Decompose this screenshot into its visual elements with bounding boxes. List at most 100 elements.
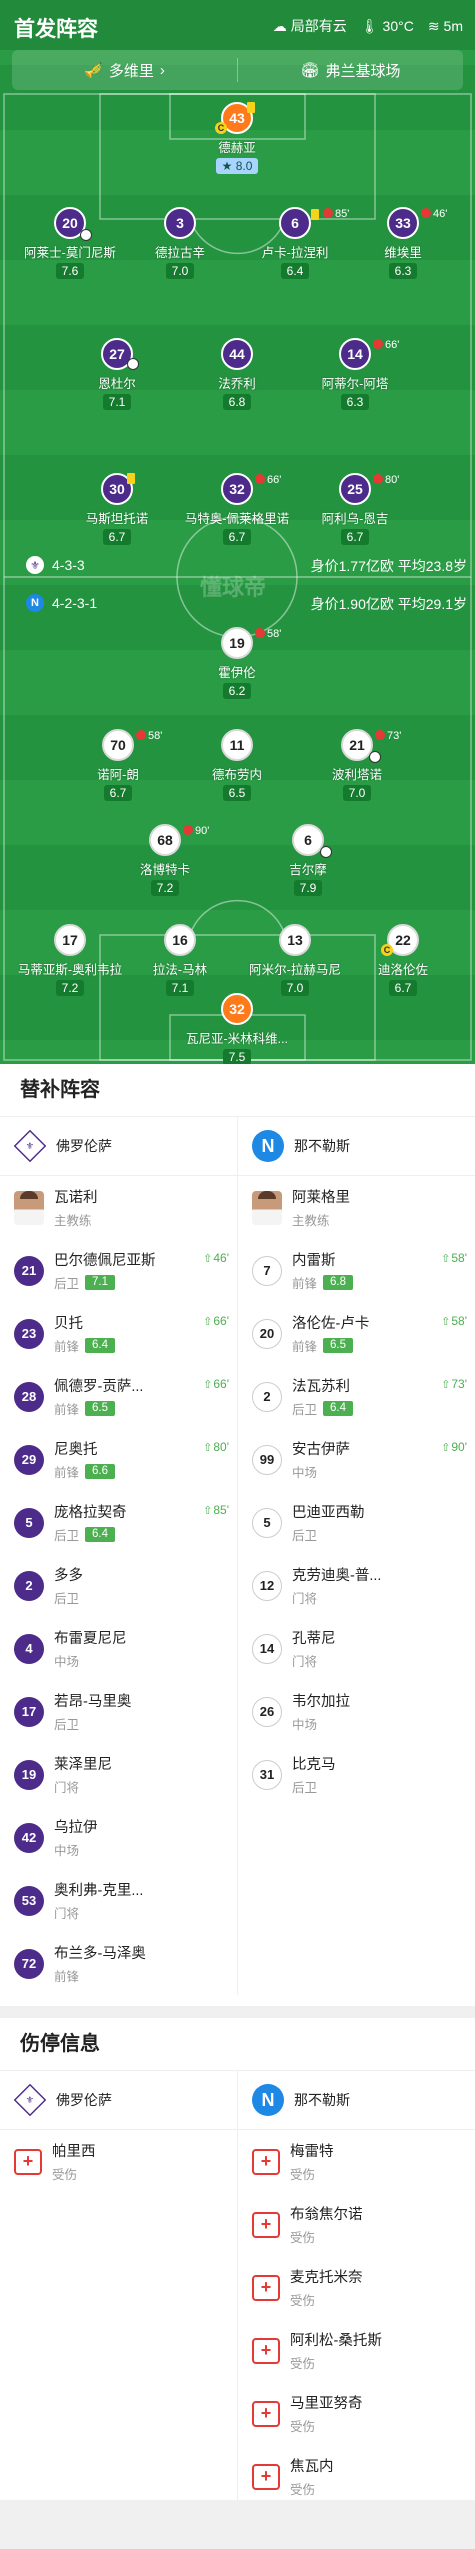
coach-row[interactable]: 瓦诺利 主教练	[0, 1176, 237, 1239]
sub-player-row[interactable]: 53 奥利弗-克里... 门将	[0, 1869, 237, 1932]
sub-player-row[interactable]: 5 庞格拉契奇 后卫 6.4 ⇧85'	[0, 1491, 237, 1554]
player-name: 若昂-马里奥	[54, 1694, 132, 1710]
watermark: 懂球帝	[200, 575, 267, 600]
sub-player-row[interactable]: 42 乌拉伊 中场	[0, 1806, 237, 1869]
injury-row[interactable]: + 阿利松-桑托斯 受伤	[238, 2319, 475, 2382]
player-number: 29	[14, 1444, 44, 1475]
section-title: 伤停信息	[20, 2033, 100, 2055]
injury-row[interactable]: + 梅雷特 受伤	[238, 2130, 475, 2193]
team-header-fiorentina: ⚜ 佛罗伦萨	[0, 2071, 237, 2129]
sub-off-event: 73'	[375, 730, 401, 742]
pitch-player[interactable]: 21 73' 波利塔诺 7.0	[297, 729, 417, 802]
sub-on-time: ⇧58'	[441, 1251, 467, 1265]
pitch-player[interactable]: 27 恩杜尔 7.1	[57, 338, 177, 411]
player-rating: 6.5	[323, 1338, 354, 1353]
pitch-player[interactable]: 19 58' 霍伊伦 6.2	[177, 627, 297, 700]
sub-player-row[interactable]: 2 多多 后卫	[0, 1554, 237, 1617]
pitch-player[interactable]: 3 德拉古辛 7.0	[120, 207, 240, 280]
sub-on-time: ⇧66'	[203, 1377, 229, 1391]
sub-player-row[interactable]: 4 布雷夏尼尼 中场	[0, 1617, 237, 1680]
player-name: 布翁焦尔诺	[290, 2207, 363, 2223]
pitch-player[interactable]: 32 瓦尼亚-米林科维... 7.5	[177, 993, 297, 1064]
team-header-napoli: N 那不勒斯	[237, 2071, 475, 2129]
pitch-player[interactable]: 14 66' 阿蒂尔-阿塔 6.3	[295, 338, 415, 411]
player-number: 19	[14, 1759, 44, 1790]
player-number: 21	[14, 1255, 44, 1286]
substitutes-section: 替补阵容 ⚜ 佛罗伦萨 N 那不勒斯 瓦诺利 主教练 21 巴尔德佩尼亚斯 后卫 7.…	[0, 1064, 475, 2018]
sub-player-row[interactable]: 26 韦尔加拉 中场	[238, 1680, 475, 1743]
injury-status: 受伤	[290, 2231, 316, 2245]
pitch-player[interactable]: 16 拉法-马林 7.1	[120, 924, 240, 997]
player-number: 31	[252, 1759, 282, 1790]
sub-on-icon: ⇧	[441, 1316, 451, 1328]
pitch-player[interactable]: 32 66' 马特奥-佩莱格里诺 6.7	[177, 473, 297, 546]
sub-player-row[interactable]: 19 莱泽里尼 门将	[0, 1743, 237, 1806]
player-position: 后卫	[54, 1718, 80, 1732]
player-name: 巴尔德佩尼亚斯	[54, 1253, 156, 1269]
sub-player-row[interactable]: 21 巴尔德佩尼亚斯 后卫 7.1 ⇧46'	[0, 1239, 237, 1302]
player-position: 中场	[292, 1718, 318, 1732]
referee-link[interactable]: 🎺 多维里 ›	[12, 50, 237, 90]
sub-player-row[interactable]: 2 法瓦苏利 后卫 6.4 ⇧73'	[238, 1365, 475, 1428]
sub-on-icon: ⇧	[203, 1316, 213, 1328]
weather-info: ☁ 局部有云 🌡 30°C ≋ 5m	[273, 16, 463, 36]
player-number: 14	[252, 1633, 282, 1664]
player-name: 麦克托米奈	[290, 2270, 363, 2286]
sub-player-row[interactable]: 99 安古伊萨 中场 ⇧90'	[238, 1428, 475, 1491]
chevron-right-icon: ›	[159, 61, 165, 79]
sub-on-icon: ⇧	[203, 1253, 213, 1265]
sub-player-row[interactable]: 17 若昂-马里奥 后卫	[0, 1680, 237, 1743]
pitch-player[interactable]: 30 马斯坦托诺 6.7	[57, 473, 177, 546]
pitch-player[interactable]: 70 58' 诺阿-朗 6.7	[58, 729, 178, 802]
pitch-player[interactable]: 13 阿米尔-拉赫马尼 7.0	[235, 924, 355, 997]
sub-player-row[interactable]: 28 佩德罗-贡萨... 前锋 6.5 ⇧66'	[0, 1365, 237, 1428]
pitch-player[interactable]: 6 85' 卢卡-拉涅利 6.4	[235, 207, 355, 280]
injury-row[interactable]: + 焦瓦内 受伤	[238, 2445, 475, 2508]
pitch-player[interactable]: 68 90' 洛博特卡 7.2	[105, 824, 225, 897]
fiorentina-value: 身价1.77亿欧 平均23.8岁	[310, 558, 467, 574]
pitch-player[interactable]: 17 马蒂亚斯-奥利韦拉 7.2	[10, 924, 130, 997]
injury-row[interactable]: + 布翁焦尔诺 受伤	[238, 2193, 475, 2256]
injury-row[interactable]: + 马里亚努奇 受伤	[238, 2382, 475, 2445]
sub-off-icon	[375, 730, 385, 740]
injury-status: 受伤	[290, 2483, 316, 2497]
player-name: 巴迪亚西勒	[292, 1505, 365, 1521]
pitch-player[interactable]: 11 德布劳内 6.5	[177, 729, 297, 802]
player-position: 后卫	[292, 1403, 318, 1417]
sub-player-row[interactable]: 23 贝托 前锋 6.4 ⇧66'	[0, 1302, 237, 1365]
player-number: 20	[252, 1318, 282, 1349]
pitch-player[interactable]: 25 80' 阿利乌-恩吉 6.7	[295, 473, 415, 546]
cloud-icon: ☁	[272, 17, 287, 34]
player-name: 多多	[54, 1568, 83, 1584]
player-position: 后卫	[292, 1529, 318, 1543]
pitch-player[interactable]: 44 法乔利 6.8	[177, 338, 297, 411]
injury-status: 受伤	[290, 2357, 316, 2371]
player-number: 7	[252, 1255, 282, 1286]
player-name: 内雷斯	[292, 1253, 336, 1269]
sub-player-row[interactable]: 14 孔蒂尼 门将	[238, 1617, 475, 1680]
yellow-card-icon	[311, 209, 319, 220]
injury-row[interactable]: + 帕里西 受伤	[0, 2130, 237, 2193]
player-name: 贝托	[54, 1316, 83, 1332]
sub-player-row[interactable]: 5 巴迪亚西勒 后卫	[238, 1491, 475, 1554]
pitch-player[interactable]: 43 C 德赫亚 ★ 8.0	[177, 102, 297, 175]
player-name: 佩德罗-贡萨...	[54, 1379, 144, 1395]
player-name: 韦尔加拉	[292, 1694, 350, 1710]
coach-row[interactable]: 阿莱格里 主教练	[238, 1176, 475, 1239]
sub-player-row[interactable]: 31 比克马 后卫	[238, 1743, 475, 1806]
sub-player-row[interactable]: 12 克劳迪奥-普... 门将	[238, 1554, 475, 1617]
sub-off-event: 66'	[255, 474, 281, 486]
sub-player-row[interactable]: 29 尼奥托 前锋 6.6 ⇧80'	[0, 1428, 237, 1491]
sub-player-row[interactable]: 72 布兰多-马泽奥 前锋	[0, 1932, 237, 1995]
sub-player-row[interactable]: 7 内雷斯 前锋 6.8 ⇧58'	[238, 1239, 475, 1302]
pitch-player[interactable]: 33 46' 维埃里 6.3	[343, 207, 463, 280]
player-number: 4	[14, 1633, 44, 1664]
pitch-player[interactable]: 20 阿莱士-莫门尼斯 7.6	[10, 207, 130, 280]
sub-player-row[interactable]: 20 洛伦佐-卢卡 前锋 6.5 ⇧58'	[238, 1302, 475, 1365]
pitch-player[interactable]: 22 C 迪洛伦佐 6.7	[343, 924, 463, 997]
injury-row[interactable]: + 麦克托米奈 受伤	[238, 2256, 475, 2319]
pitch-player[interactable]: 6 吉尔摩 7.9	[248, 824, 368, 897]
player-number: 72	[14, 1948, 44, 1979]
player-position: 门将	[54, 1907, 80, 1921]
star-icon: ★	[221, 159, 233, 173]
